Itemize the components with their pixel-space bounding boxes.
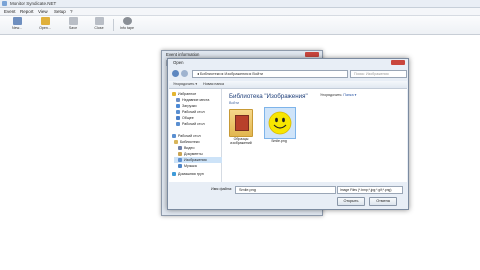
menu-report[interactable]: Report	[20, 9, 34, 14]
search-input[interactable]: Поиск: Изображения	[350, 70, 407, 78]
toolbar-separator	[113, 19, 114, 31]
save-button[interactable]: Save	[62, 17, 84, 33]
menu-help[interactable]: ?	[70, 9, 73, 14]
new-button[interactable]: New...	[6, 17, 28, 33]
dialog-footer: Имя файла: Smile.png Image Files (*.bmp;…	[169, 183, 407, 208]
save-button-label: Save	[68, 26, 78, 30]
info-tape-icon	[122, 17, 132, 25]
video-icon	[178, 146, 182, 151]
open-file-dialog: Open ◂ Библиотеки ▸ Изображения ▸ Войти …	[167, 58, 409, 210]
file-tile-sample-pictures[interactable]: Образцы изображений	[226, 109, 256, 145]
open-button[interactable]: Открыть	[337, 197, 365, 206]
file-list: Библиотека "Изображения" Войти Упорядочи…	[222, 89, 407, 182]
downloads-icon	[176, 104, 180, 109]
app-titlebar: Monitor Syndicate.NET	[0, 0, 480, 8]
open-folder-icon	[40, 17, 50, 25]
open-dialog-close-button[interactable]	[391, 60, 405, 65]
toolbar: New... Open... Save Close Info tape	[0, 16, 480, 35]
back-arrow-icon[interactable]	[172, 70, 179, 77]
folder-icon	[229, 109, 253, 137]
save-icon	[68, 17, 78, 25]
new-folder-button[interactable]: Новая папка	[203, 82, 224, 86]
new-document-icon	[12, 17, 22, 25]
desktop-icon	[172, 134, 176, 139]
event-dialog-close-button[interactable]	[305, 52, 319, 57]
desktop-icon	[176, 110, 180, 115]
star-icon	[172, 92, 176, 97]
open-button[interactable]: Open...	[34, 17, 56, 33]
library-title: Библиотека "Изображения"	[229, 93, 308, 100]
nav-item-homegroup[interactable]: Домашняя груп	[172, 171, 204, 177]
pictures-icon	[178, 158, 182, 163]
organize-button[interactable]: Упорядочить ▾	[173, 82, 197, 86]
app-title: Monitor Syndicate.NET	[10, 1, 57, 6]
info-tape-button[interactable]: Info tape	[116, 17, 138, 33]
close-document-icon	[94, 17, 104, 25]
open-dialog-title: Open	[173, 60, 184, 65]
documents-icon	[178, 152, 182, 157]
file-thumbnail	[264, 107, 296, 139]
desktop-icon	[176, 122, 180, 127]
menu-view[interactable]: View	[38, 9, 48, 14]
navigation-pane: Избранное Недавние места Загрузки Рабочи…	[169, 89, 224, 182]
smiley-icon	[268, 111, 292, 135]
event-dialog-title: Event information	[166, 52, 200, 57]
arrange-by[interactable]: Упорядочить: Папка ▾	[320, 93, 356, 97]
file-name: Образцы изображений	[230, 137, 252, 145]
file-tile-smile[interactable]: Smile.png	[264, 107, 296, 143]
menu-setup[interactable]: Setup	[54, 9, 66, 14]
library-icon	[174, 140, 178, 145]
info-tape-button-label: Info tape	[120, 26, 134, 30]
menu-bar: Event Report View Setup ?	[0, 8, 480, 16]
close-button-label: Close	[94, 26, 104, 30]
nav-item-desktop-2[interactable]: Рабочий стол	[176, 121, 205, 127]
app-icon	[2, 1, 7, 6]
command-bar: Упорядочить ▾ Новая папка	[169, 81, 407, 89]
recent-places-icon	[176, 98, 180, 103]
cancel-button[interactable]: Отмена	[369, 197, 397, 206]
homegroup-icon	[172, 172, 176, 177]
filename-input[interactable]: Smile.png	[235, 186, 336, 194]
open-button-label: Open...	[39, 26, 51, 30]
new-button-label: New...	[12, 26, 22, 30]
close-button[interactable]: Close	[88, 17, 110, 33]
forward-arrow-icon[interactable]	[181, 70, 188, 77]
library-subtitle[interactable]: Войти	[229, 101, 239, 105]
filetype-select[interactable]: Image Files (*.bmp;*.jpg;*.gif;*.png)	[337, 186, 403, 194]
music-icon	[178, 164, 182, 169]
menu-event[interactable]: Event	[4, 9, 16, 14]
nav-item-music[interactable]: Музыка	[178, 163, 197, 169]
shared-folder-icon	[176, 116, 180, 121]
arrange-value: Папка ▾	[343, 93, 357, 97]
address-bar[interactable]: ◂ Библиотеки ▸ Изображения ▸ Войти	[192, 70, 348, 78]
filename-label: Имя файла:	[211, 187, 233, 191]
